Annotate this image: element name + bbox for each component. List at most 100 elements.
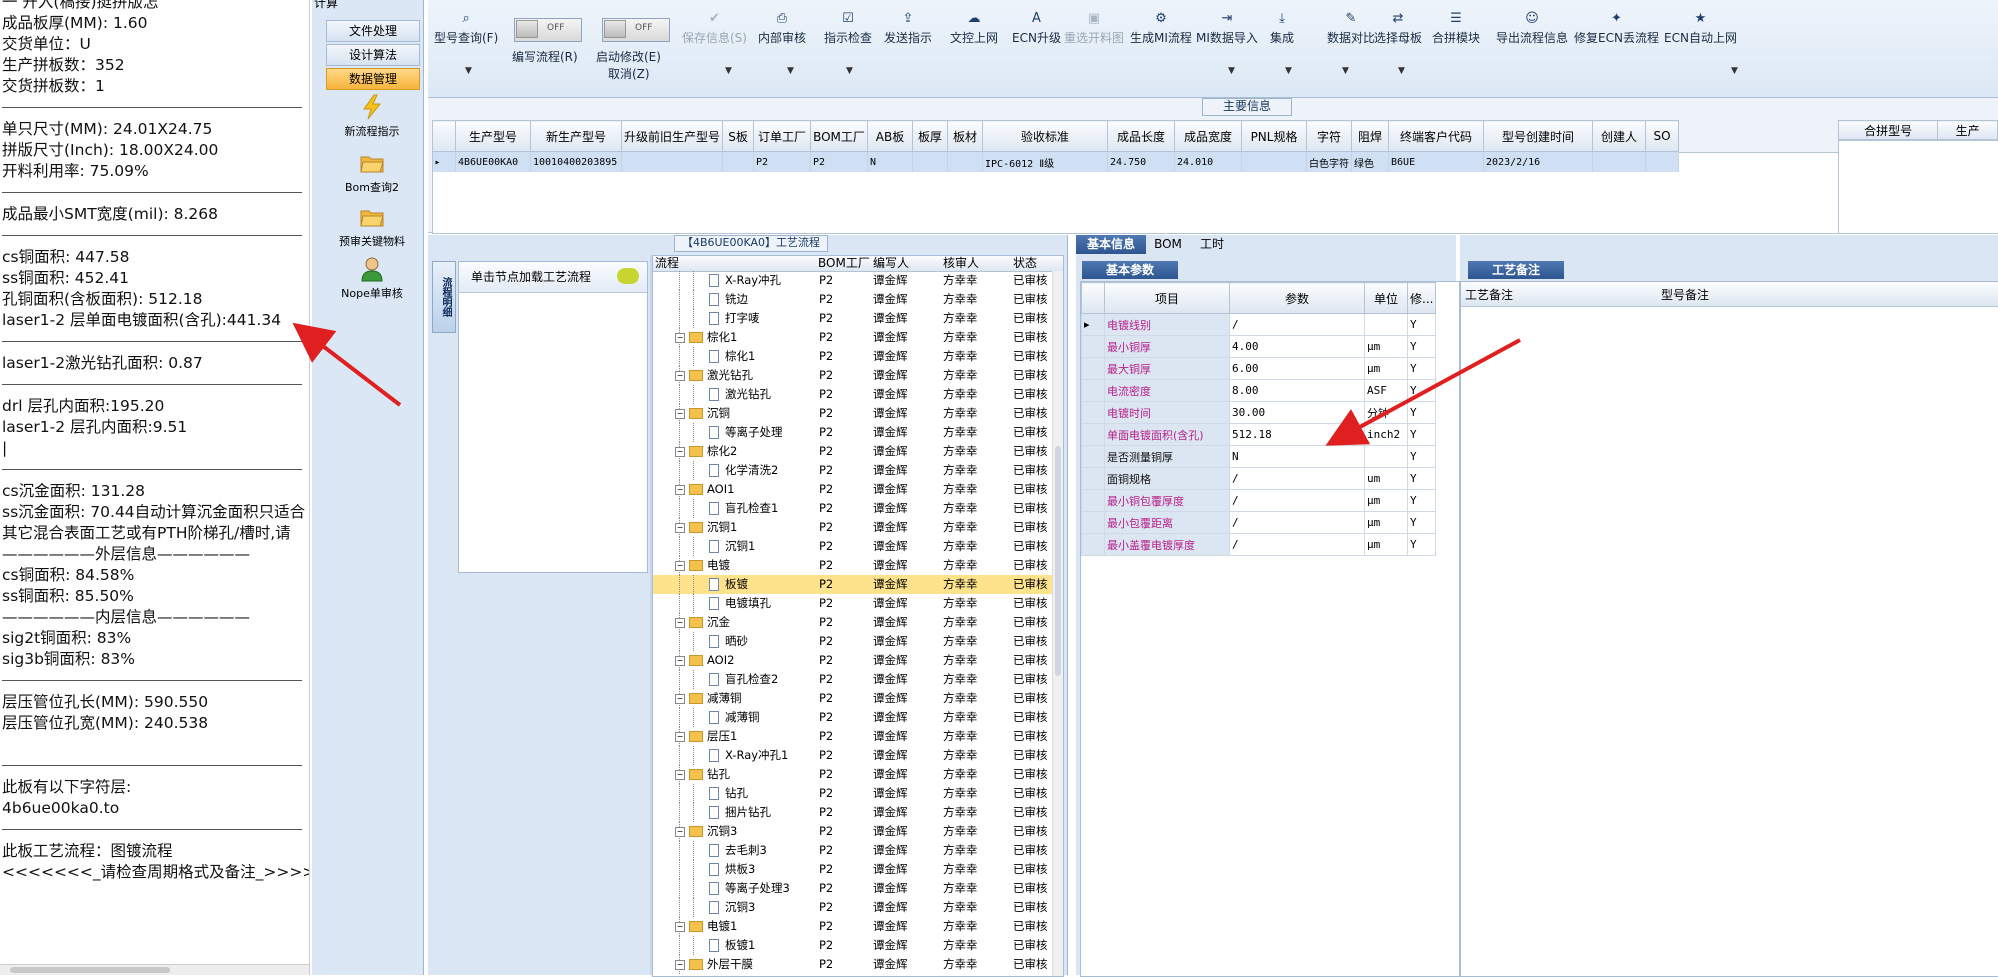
tree-row[interactable]: 减薄铜 P2 谭金辉 方幸幸 已审核	[653, 708, 1053, 727]
load-flow-header[interactable]: 单击节点加载工艺流程	[459, 262, 647, 293]
param-value[interactable]: 6.00	[1229, 357, 1365, 380]
nav-new-flow-indicator[interactable]: 新流程指示	[326, 94, 418, 139]
collapse-icon[interactable]: −	[675, 523, 685, 533]
param-flag[interactable]: Y	[1406, 467, 1437, 490]
table-row[interactable]: 最小包覆距离 / μm Y	[1081, 511, 1437, 534]
tree-row[interactable]: − 沉铜1 P2 谭金辉 方幸幸 已审核	[653, 518, 1053, 537]
collapse-icon[interactable]: −	[675, 694, 685, 704]
column-header[interactable]: 流程	[655, 256, 679, 271]
tree-row[interactable]: − AOI1 P2 谭金辉 方幸幸 已审核	[653, 480, 1053, 499]
tree-row[interactable]: 盲孔检查1 P2 谭金辉 方幸幸 已审核	[653, 499, 1053, 518]
column-header[interactable]: 板厚	[912, 120, 949, 152]
nav-nope-review[interactable]: Nope单审核	[326, 256, 418, 301]
nav-bom-query2[interactable]: Bom查询2	[326, 150, 418, 195]
tree-row[interactable]: 沉铜1 P2 谭金辉 方幸幸 已审核	[653, 537, 1053, 556]
param-value[interactable]: 30.00	[1229, 401, 1365, 424]
remark-grid[interactable]: 工艺备注 型号备注	[1460, 281, 1998, 977]
tab-work-hours[interactable]: 工时	[1190, 235, 1234, 254]
chevron-down-icon[interactable]: ▼	[1228, 66, 1235, 76]
tab-bom[interactable]: BOM	[1148, 235, 1188, 254]
tree-row[interactable]: 打字唛 P2 谭金辉 方幸幸 已审核	[653, 309, 1053, 328]
param-flag[interactable]: Y	[1406, 423, 1437, 446]
tree-row[interactable]: − 沉金 P2 谭金辉 方幸幸 已审核	[653, 613, 1053, 632]
collapse-icon[interactable]: −	[675, 409, 685, 419]
table-cell[interactable]	[912, 151, 949, 172]
tree-row[interactable]: 沉铜3 P2 谭金辉 方幸幸 已审核	[653, 898, 1053, 917]
param-flag[interactable]: Y	[1406, 511, 1437, 534]
column-header[interactable]: SO	[1645, 120, 1680, 152]
tree-row[interactable]: 晒砂 P2 谭金辉 方幸幸 已审核	[653, 632, 1053, 651]
column-header[interactable]: 编写人	[873, 256, 909, 271]
toolbar-button-7[interactable]: ▣ 重选开料图	[1064, 12, 1124, 46]
table-cell[interactable]: P2	[810, 151, 869, 172]
column-header[interactable]: 核审人	[943, 256, 979, 271]
param-unit[interactable]: ASF	[1364, 379, 1408, 402]
tree-row[interactable]: X-Ray冲孔 P2 谭金辉 方幸幸 已审核	[653, 271, 1053, 290]
toolbar-button-10[interactable]: ⤓ 集成	[1270, 12, 1294, 46]
tree-row[interactable]: 盲孔检查2 P2 谭金辉 方幸幸 已审核	[653, 670, 1053, 689]
table-cell[interactable]: 白色字符	[1306, 151, 1353, 172]
column-header[interactable]: 订单工厂	[753, 120, 812, 152]
toolbar-button-0[interactable]: ⌕ 型号查询(F)	[434, 12, 498, 46]
tree-row[interactable]: − 层压1 P2 谭金辉 方幸幸 已审核	[653, 727, 1053, 746]
chevron-up-icon[interactable]: ⌃	[410, 0, 420, 8]
param-unit[interactable]: μm	[1364, 511, 1408, 534]
param-flag[interactable]: Y	[1406, 335, 1437, 358]
param-value[interactable]: 4.00	[1229, 335, 1365, 358]
process-flow-tree[interactable]: 流程 BOM工厂 编写人 核审人 状态 X-Ray冲孔 P2 谭金辉 方幸幸 已审核 铣边…	[652, 255, 1064, 977]
param-unit[interactable]: μm	[1364, 335, 1408, 358]
tree-row[interactable]: − 电镀1 P2 谭金辉 方幸幸 已审核	[653, 917, 1053, 936]
write-flow-toggle[interactable]: OFF	[514, 18, 582, 42]
param-flag[interactable]: Y	[1406, 533, 1437, 556]
toolbar-button-15[interactable]: ✦ 修复ECN丢流程	[1574, 12, 1659, 46]
param-value[interactable]: /	[1229, 313, 1365, 336]
tree-row[interactable]: − 棕化1 P2 谭金辉 方幸幸 已审核	[653, 328, 1053, 347]
column-header[interactable]: AB板	[867, 120, 914, 152]
collapse-icon[interactable]: −	[675, 561, 685, 571]
toolbar-button-5[interactable]: ☁ 文控上网	[950, 12, 998, 46]
table-cell[interactable]: N	[867, 151, 914, 172]
toolbar-button-6[interactable]: A ECN升级	[1012, 12, 1061, 46]
toolbar-button-3[interactable]: ☑ 指示检查	[824, 12, 872, 46]
table-cell[interactable]	[722, 151, 755, 172]
param-flag[interactable]: Y	[1406, 313, 1437, 336]
collapse-icon[interactable]: −	[675, 770, 685, 780]
column-header[interactable]: 创建人	[1592, 120, 1647, 152]
tree-row[interactable]: 等离子处理 P2 谭金辉 方幸幸 已审核	[653, 423, 1053, 442]
tree-row[interactable]: 激光钻孔 P2 谭金辉 方幸幸 已审核	[653, 385, 1053, 404]
param-value[interactable]: /	[1229, 467, 1365, 490]
column-header[interactable]: 字符	[1306, 120, 1353, 152]
collapse-icon[interactable]: −	[675, 960, 685, 970]
column-header[interactable]: 状态	[1013, 256, 1037, 271]
param-value[interactable]: /	[1229, 489, 1365, 512]
param-flag[interactable]: Y	[1406, 379, 1437, 402]
collapse-icon[interactable]: −	[675, 618, 685, 628]
table-cell[interactable]: P2	[753, 151, 812, 172]
table-cell[interactable]: 24.010	[1174, 151, 1243, 172]
tree-row[interactable]: X-Ray冲孔1 P2 谭金辉 方幸幸 已审核	[653, 746, 1053, 765]
table-row[interactable]: 电镀时间 30.00 分钟 Y	[1081, 401, 1437, 424]
param-value[interactable]: /	[1229, 533, 1365, 556]
column-header[interactable]: 工艺备注	[1465, 286, 1513, 303]
table-row[interactable]: 最小铜包覆厚度 / μm Y	[1081, 489, 1437, 512]
collapse-icon[interactable]: −	[675, 656, 685, 666]
basic-params-grid[interactable]: 项目 参数 单位 修... ▸ 电镀线别 / Y 最小铜厚 4.00 μm Y 最大铜厚 6.00…	[1080, 281, 1460, 977]
tree-row[interactable]: 去毛刺3 P2 谭金辉 方幸幸 已审核	[653, 841, 1053, 860]
chevron-down-icon[interactable]: ▼	[1398, 66, 1405, 76]
table-row[interactable]: ▸ 4B6UE00KA0 10010400203895 P2 P2 N IPC-6012 Ⅱ…	[432, 151, 1680, 172]
param-flag[interactable]: Y	[1406, 445, 1437, 468]
column-header[interactable]: 单位	[1364, 282, 1408, 314]
collapse-icon[interactable]: −	[675, 333, 685, 343]
column-header[interactable]: 生产型号	[455, 120, 531, 152]
table-cell[interactable]: B6UE	[1388, 151, 1485, 172]
column-header[interactable]: 升级前旧生产型号	[620, 120, 724, 152]
tree-row[interactable]: 烘板3 P2 谭金辉 方幸幸 已审核	[653, 860, 1053, 879]
column-header[interactable]: 板材	[947, 120, 984, 152]
chevron-down-icon[interactable]: ▼	[465, 66, 472, 76]
scrollbar-thumb[interactable]	[1055, 446, 1061, 676]
tree-row[interactable]: 化学清洗2 P2 谭金辉 方幸幸 已审核	[653, 461, 1053, 480]
param-flag[interactable]: Y	[1406, 401, 1437, 424]
column-header[interactable]: 新生产型号	[530, 120, 622, 152]
param-unit[interactable]: μm	[1364, 533, 1408, 556]
table-cell[interactable]: IPC-6012 Ⅱ级	[982, 151, 1109, 172]
